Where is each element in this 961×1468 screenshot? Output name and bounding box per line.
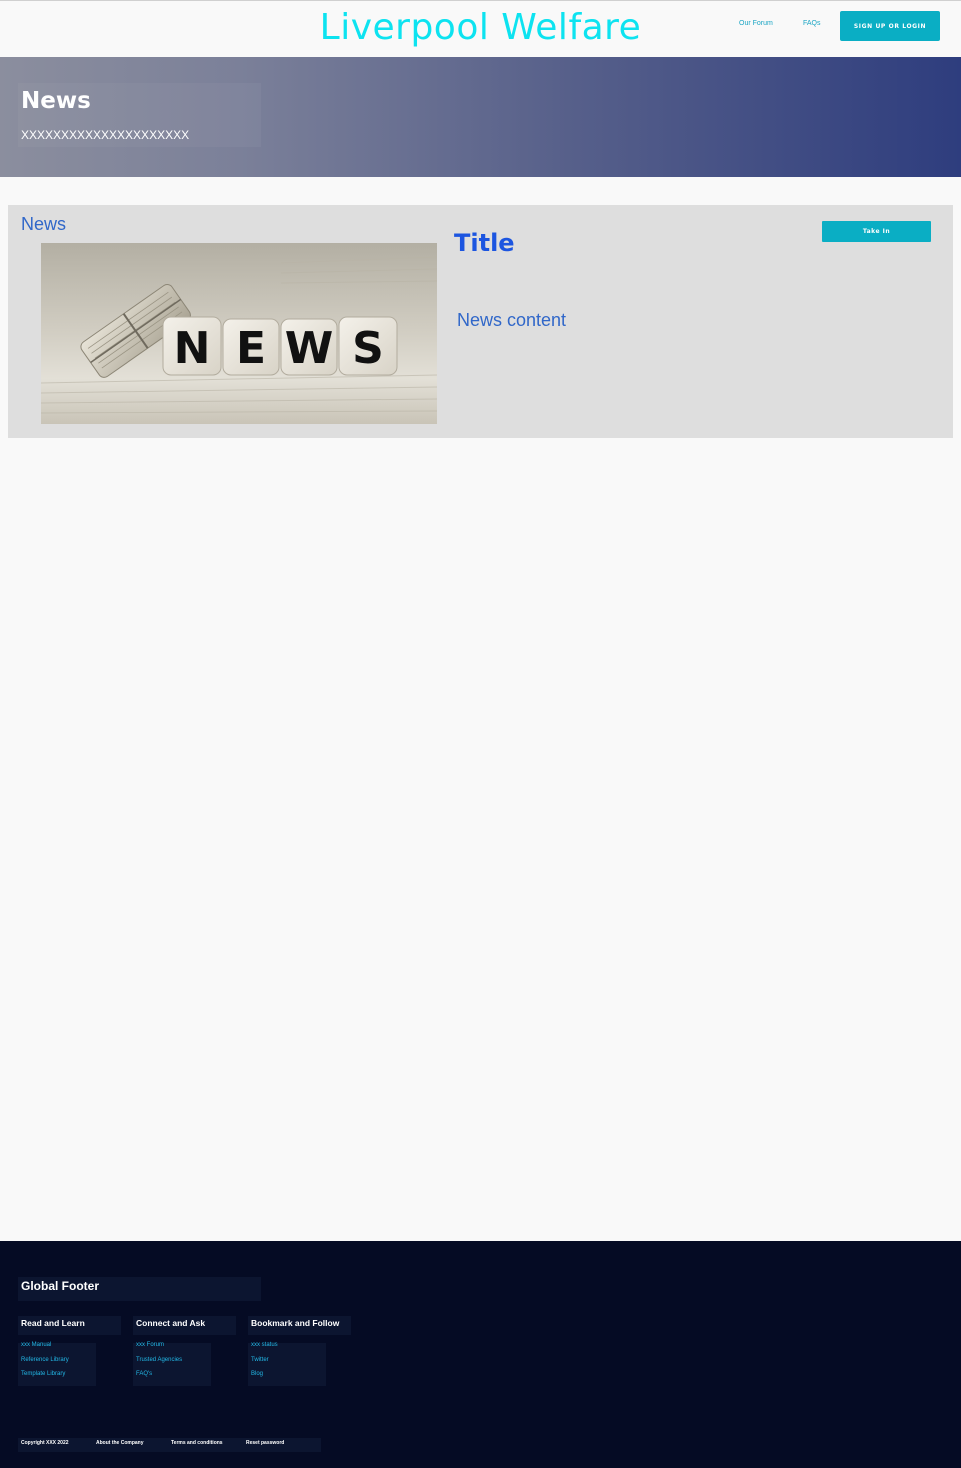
- news-content: News content: [457, 310, 567, 330]
- footer-col-links-box: [248, 1343, 326, 1386]
- news-photo-illustration: N E W S: [41, 243, 437, 424]
- footer-link-about[interactable]: About the Company: [96, 1440, 144, 1446]
- news-title: Title: [454, 229, 515, 257]
- site-header: Liverpool Welfare Our Forum FAQs SIGN UP…: [0, 0, 961, 57]
- page-title: News: [21, 88, 91, 114]
- cube-letter-e: E: [236, 323, 266, 374]
- page-banner: News XXXXXXXXXXXXXXXXXXXXX: [0, 57, 961, 177]
- footer-link-blog[interactable]: Blog: [251, 1371, 263, 1377]
- footer-link-reset-password[interactable]: Reset password: [246, 1440, 284, 1446]
- news-card: News N E W S Title News content Take In: [8, 205, 953, 438]
- footer-link-manual[interactable]: xxx Manual: [21, 1342, 51, 1348]
- footer-link-template-library[interactable]: Template Library: [21, 1371, 65, 1377]
- nav-link-forum[interactable]: Our Forum: [739, 20, 773, 27]
- nav-link-faqs[interactable]: FAQs: [803, 20, 821, 27]
- take-in-button[interactable]: Take In: [822, 221, 931, 242]
- site-title[interactable]: Liverpool Welfare: [0, 7, 961, 48]
- footer-link-forum[interactable]: xxx Forum: [136, 1342, 164, 1348]
- news-section-label: News: [21, 214, 67, 234]
- cube-letter-n: N: [174, 323, 211, 374]
- footer-col-heading-read: Read and Learn: [21, 1318, 85, 1328]
- footer-link-twitter[interactable]: Twitter: [251, 1357, 269, 1363]
- cube-letter-s: S: [352, 323, 384, 374]
- footer-col-heading-connect: Connect and Ask: [136, 1318, 206, 1328]
- footer-link-terms[interactable]: Terms and conditions: [171, 1440, 223, 1446]
- footer-link-status[interactable]: xxx status: [251, 1342, 278, 1348]
- footer-col-links-box: [18, 1343, 96, 1386]
- global-footer: Global Footer Read and Learn xxx Manual …: [0, 1241, 961, 1468]
- footer-title: Global Footer: [21, 1279, 99, 1293]
- footer-col-links-box: [133, 1343, 211, 1386]
- page: Liverpool Welfare Our Forum FAQs SIGN UP…: [0, 0, 961, 1468]
- footer-col-heading-bookmark: Bookmark and Follow: [251, 1318, 340, 1328]
- page-subtitle: XXXXXXXXXXXXXXXXXXXXX: [21, 128, 190, 142]
- footer-copyright: Copyright XXX 2022: [21, 1440, 69, 1446]
- news-image: N E W S: [41, 243, 437, 424]
- footer-link-reference-library[interactable]: Reference Library: [21, 1357, 69, 1363]
- signup-login-button[interactable]: SIGN UP OR LOGIN: [840, 11, 940, 41]
- footer-link-faqs[interactable]: FAQ's: [136, 1371, 152, 1377]
- footer-link-trusted-agencies[interactable]: Trusted Agencies: [136, 1357, 182, 1363]
- cube-letter-w: W: [285, 323, 334, 374]
